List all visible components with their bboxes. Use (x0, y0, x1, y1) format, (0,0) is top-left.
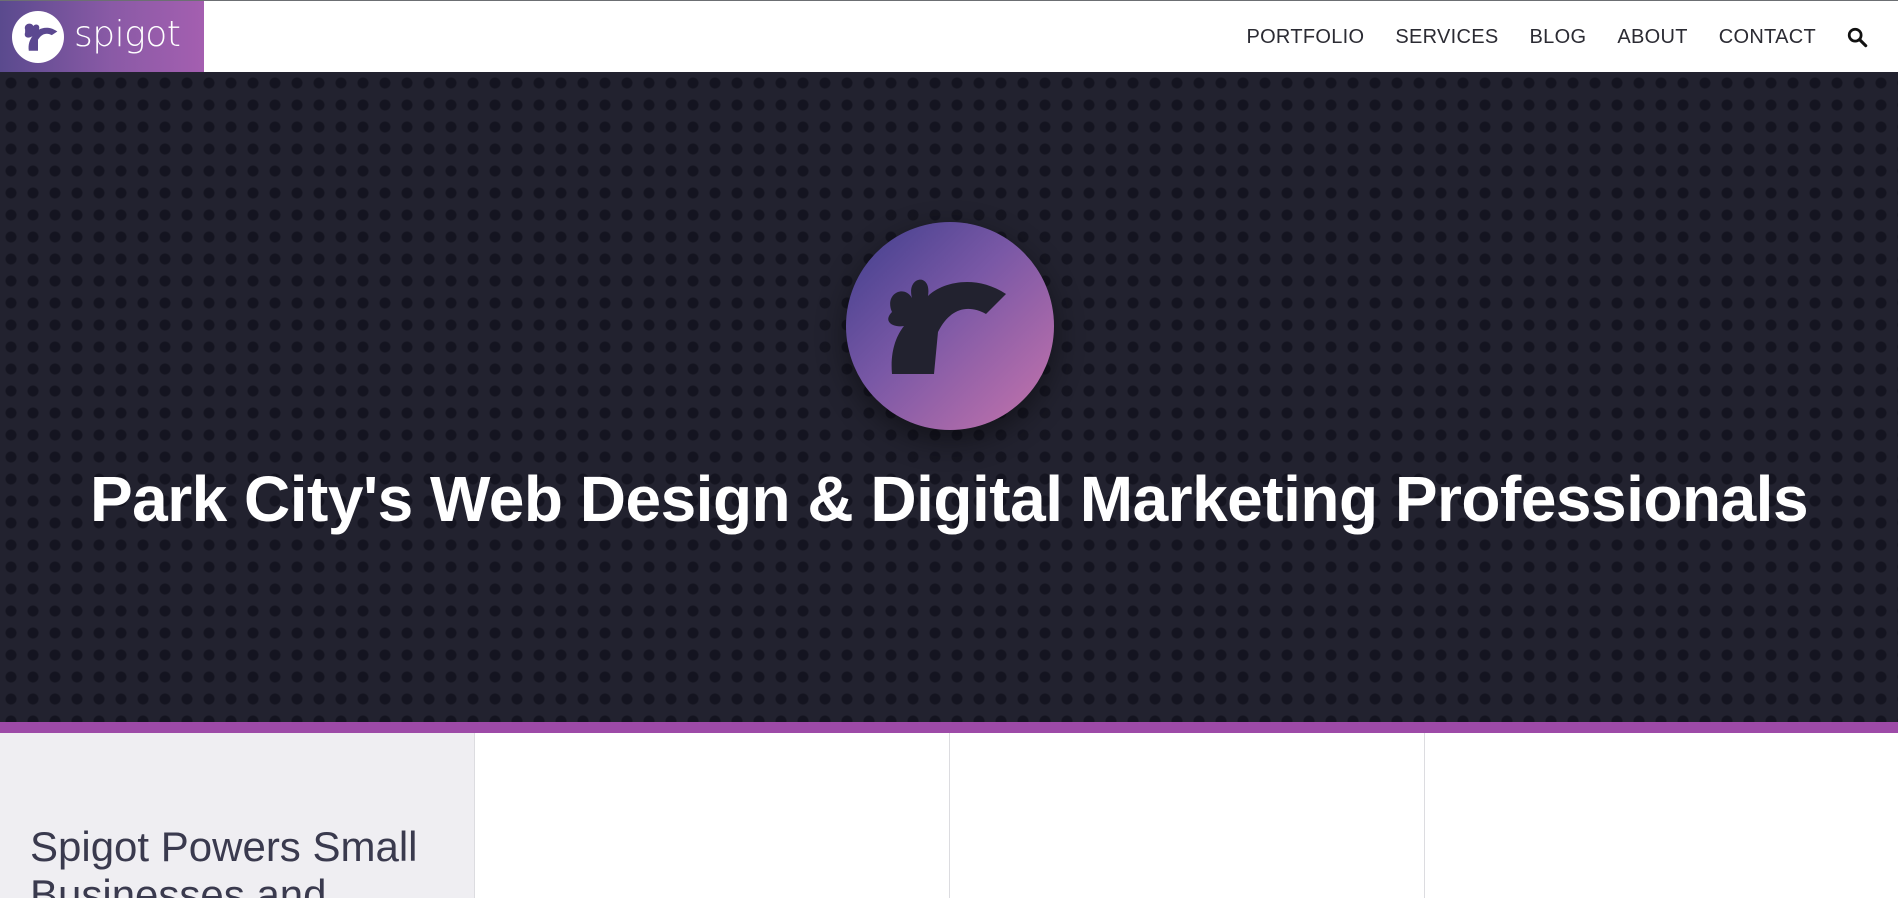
feature-column (475, 733, 950, 898)
main-nav: PORTFOLIO SERVICES BLOG ABOUT CONTACT (1215, 1, 1898, 73)
intro-columns: Spigot Powers Small Businesses and (0, 733, 1898, 898)
hero-title: Park City's Web Design & Digital Marketi… (89, 463, 1809, 535)
nav-portfolio[interactable]: PORTFOLIO (1246, 26, 1364, 49)
nav-services[interactable]: SERVICES (1395, 26, 1498, 49)
site-logo[interactable]: spigot (0, 1, 204, 73)
feature-column (1425, 733, 1898, 898)
nav-blog[interactable]: BLOG (1530, 26, 1587, 49)
site-header: spigot PORTFOLIO SERVICES BLOG ABOUT CON… (0, 0, 1898, 73)
intro-heading: Spigot Powers Small Businesses and (30, 823, 418, 898)
logo-text: spigot (74, 14, 181, 55)
search-icon[interactable] (1846, 26, 1868, 48)
nav-contact[interactable]: CONTACT (1719, 26, 1816, 49)
hero-banner: Park City's Web Design & Digital Marketi… (0, 72, 1898, 722)
nav-about[interactable]: ABOUT (1617, 26, 1687, 49)
intro-column: Spigot Powers Small Businesses and (0, 733, 475, 898)
spigot-emblem-icon (846, 222, 1054, 430)
accent-divider (0, 722, 1898, 733)
feature-column (950, 733, 1425, 898)
logo-emblem-icon (12, 11, 64, 63)
